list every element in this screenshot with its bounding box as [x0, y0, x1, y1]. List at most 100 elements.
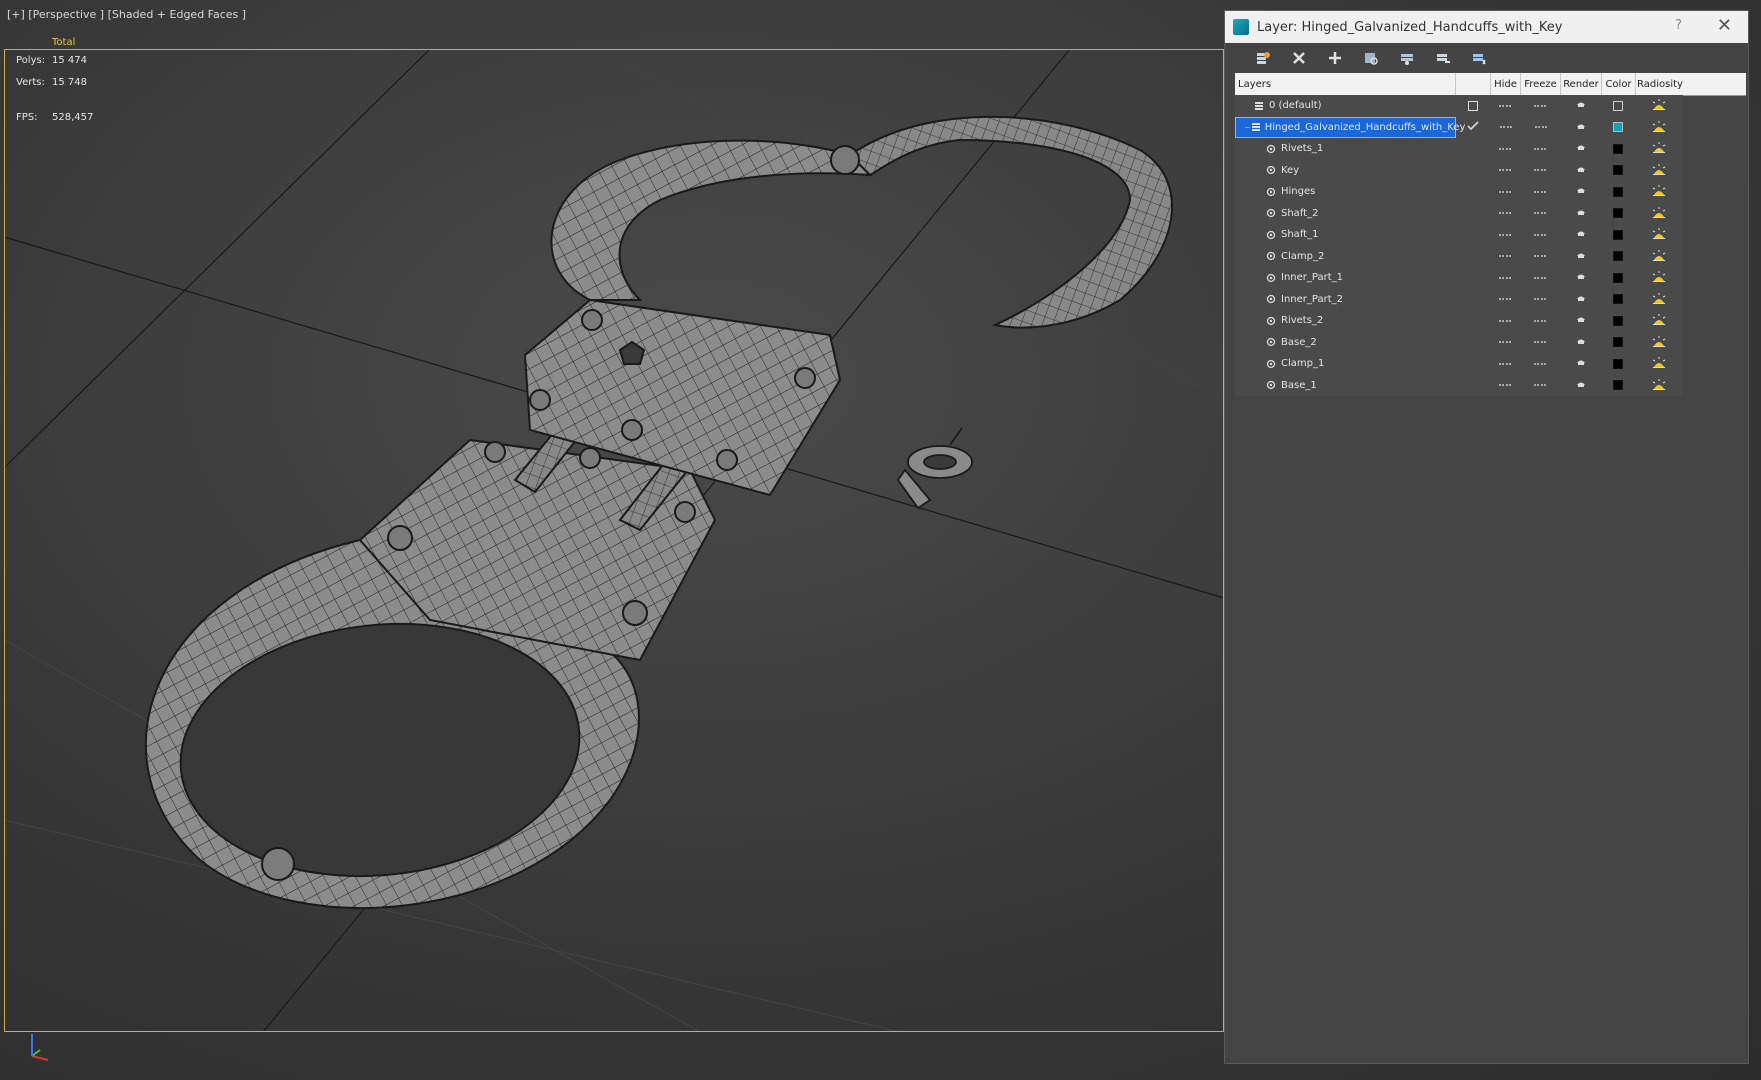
freeze-toggle[interactable] — [1520, 255, 1560, 258]
color-swatch-cell[interactable] — [1601, 208, 1635, 219]
object-row[interactable]: Rivets_2 — [1235, 310, 1683, 332]
new-layer-icon[interactable] — [1245, 46, 1281, 70]
add-to-layer-icon[interactable] — [1317, 46, 1353, 70]
hide-toggle[interactable] — [1490, 319, 1520, 322]
color-swatch-cell[interactable] — [1601, 229, 1635, 240]
hide-toggle[interactable] — [1490, 169, 1520, 172]
hide-toggle[interactable] — [1490, 212, 1520, 215]
layer-name-cell[interactable]: Key — [1235, 160, 1456, 182]
layer-row[interactable]: 0 (default) — [1235, 95, 1683, 117]
column-header-radiosity[interactable]: Radiosity — [1636, 73, 1684, 95]
object-row[interactable]: Shaft_2 — [1235, 203, 1683, 225]
color-swatch-cell[interactable] — [1601, 122, 1635, 133]
layer-explorer-dialog[interactable]: Layer: Hinged_Galvanized_Handcuffs_with_… — [1224, 10, 1749, 1064]
hide-toggle[interactable] — [1490, 276, 1520, 279]
radiosity-toggle[interactable] — [1635, 98, 1683, 113]
object-row[interactable]: Rivets_1 — [1235, 138, 1683, 160]
color-swatch-cell[interactable] — [1601, 143, 1635, 154]
help-button[interactable]: ? — [1675, 18, 1682, 33]
layer-name-cell[interactable]: − Hinged_Galvanized_Handcuffs_with_Key — [1235, 116, 1465, 138]
object-row[interactable]: Inner_Part_1 — [1235, 267, 1683, 289]
hide-toggle[interactable] — [1490, 190, 1520, 193]
active-checkbox[interactable] — [1467, 100, 1478, 111]
render-toggle[interactable] — [1560, 164, 1601, 177]
layer-name-cell[interactable]: Clamp_1 — [1235, 353, 1456, 375]
hide-toggle[interactable] — [1490, 147, 1520, 150]
freeze-toggle[interactable] — [1520, 362, 1560, 365]
color-swatch-cell[interactable] — [1601, 294, 1635, 305]
radiosity-toggle[interactable] — [1635, 227, 1683, 242]
color-swatch[interactable] — [1613, 294, 1624, 305]
color-swatch[interactable] — [1613, 358, 1624, 369]
hide-toggle[interactable] — [1490, 233, 1520, 236]
radiosity-toggle[interactable] — [1635, 378, 1683, 393]
delete-layer-icon[interactable] — [1281, 46, 1317, 70]
dialog-titlebar[interactable]: Layer: Hinged_Galvanized_Handcuffs_with_… — [1225, 11, 1748, 43]
color-swatch-cell[interactable] — [1601, 337, 1635, 348]
layer-row[interactable]: − Hinged_Galvanized_Handcuffs_with_Key — [1235, 116, 1683, 138]
render-toggle[interactable] — [1560, 271, 1601, 284]
radiosity-toggle[interactable] — [1635, 163, 1683, 178]
column-header-active[interactable] — [1456, 73, 1491, 95]
collapse-icon[interactable]: − — [1244, 123, 1251, 132]
render-toggle[interactable] — [1560, 99, 1601, 112]
color-swatch[interactable] — [1613, 315, 1624, 326]
freeze-toggle[interactable] — [1520, 341, 1560, 344]
render-toggle[interactable] — [1560, 228, 1601, 241]
color-swatch[interactable] — [1613, 208, 1624, 219]
freeze-toggle[interactable] — [1520, 233, 1560, 236]
radiosity-toggle[interactable] — [1635, 184, 1683, 199]
render-toggle[interactable] — [1561, 121, 1602, 134]
column-header-layers[interactable]: Layers — [1235, 73, 1456, 95]
object-row[interactable]: Hinges — [1235, 181, 1683, 203]
hide-toggle[interactable] — [1490, 341, 1520, 344]
render-toggle[interactable] — [1560, 185, 1601, 198]
render-toggle[interactable] — [1560, 142, 1601, 155]
color-swatch-cell[interactable] — [1601, 186, 1635, 197]
object-row[interactable]: Clamp_2 — [1235, 246, 1683, 268]
object-row[interactable]: Base_2 — [1235, 332, 1683, 354]
freeze-toggle[interactable] — [1520, 190, 1560, 193]
radiosity-toggle[interactable] — [1635, 335, 1683, 350]
render-toggle[interactable] — [1560, 336, 1601, 349]
render-toggle[interactable] — [1560, 357, 1601, 370]
freeze-toggle[interactable] — [1520, 276, 1560, 279]
color-swatch-cell[interactable] — [1601, 315, 1635, 326]
layer-name-cell[interactable]: Base_1 — [1235, 375, 1456, 397]
render-toggle[interactable] — [1560, 314, 1601, 327]
color-swatch[interactable] — [1613, 337, 1624, 348]
color-swatch[interactable] — [1613, 251, 1624, 262]
column-header-hide[interactable]: Hide — [1491, 73, 1521, 95]
column-header-color[interactable]: Color — [1602, 73, 1636, 95]
radiosity-toggle[interactable] — [1635, 313, 1683, 328]
color-swatch[interactable] — [1613, 143, 1624, 154]
color-swatch[interactable] — [1613, 122, 1624, 133]
hide-toggle[interactable] — [1490, 384, 1520, 387]
freeze-toggle[interactable] — [1520, 212, 1560, 215]
layer-name-cell[interactable]: Base_2 — [1235, 332, 1456, 354]
render-toggle[interactable] — [1560, 207, 1601, 220]
layer-name-cell[interactable]: Inner_Part_1 — [1235, 267, 1456, 289]
radiosity-toggle[interactable] — [1635, 292, 1683, 307]
render-toggle[interactable] — [1560, 293, 1601, 306]
color-swatch-cell[interactable] — [1601, 272, 1635, 283]
active-layer-cell[interactable] — [1456, 121, 1491, 134]
select-objects-icon[interactable] — [1353, 46, 1389, 70]
radiosity-toggle[interactable] — [1635, 141, 1683, 156]
object-row[interactable]: Base_1 — [1235, 375, 1683, 397]
color-swatch[interactable] — [1613, 272, 1624, 283]
column-header-render[interactable]: Render — [1561, 73, 1602, 95]
radiosity-toggle[interactable] — [1635, 120, 1683, 135]
freeze-all-layers-icon[interactable] — [1461, 46, 1497, 70]
freeze-toggle[interactable] — [1520, 104, 1560, 107]
radiosity-toggle[interactable] — [1635, 356, 1683, 371]
highlight-layer-icon[interactable] — [1389, 46, 1425, 70]
hide-toggle[interactable] — [1490, 104, 1520, 107]
freeze-toggle[interactable] — [1520, 384, 1560, 387]
freeze-toggle[interactable] — [1521, 126, 1561, 129]
hide-toggle[interactable] — [1490, 362, 1520, 365]
hide-toggle[interactable] — [1491, 126, 1521, 129]
hide-toggle[interactable] — [1490, 298, 1520, 301]
layer-name-cell[interactable]: 0 (default) — [1235, 95, 1456, 117]
layer-name-cell[interactable]: Rivets_1 — [1235, 138, 1456, 160]
